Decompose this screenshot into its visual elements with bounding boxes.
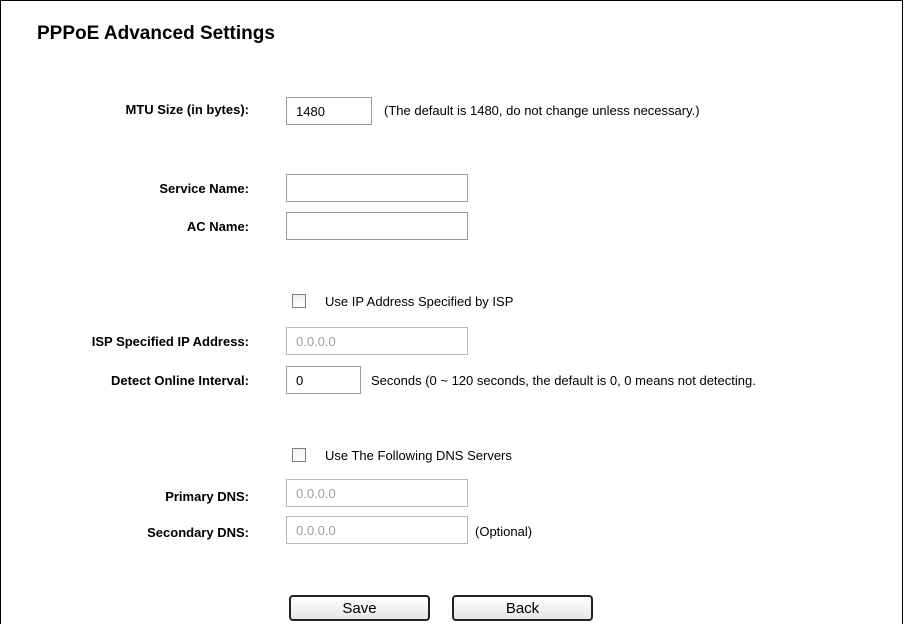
secondary-dns-input[interactable]	[286, 516, 468, 544]
secondary-dns-note: (Optional)	[475, 524, 533, 539]
detect-interval-input[interactable]	[286, 366, 361, 394]
ac-name-input[interactable]	[286, 212, 468, 240]
service-name-input[interactable]	[286, 174, 468, 202]
save-button[interactable]: Save	[289, 595, 430, 621]
use-dns-label: Use The Following DNS Servers	[325, 448, 512, 463]
use-isp-ip-label: Use IP Address Specified by ISP	[325, 294, 514, 309]
ac-name-label: AC Name:	[186, 219, 249, 234]
primary-dns-label: Primary DNS:	[165, 489, 249, 504]
primary-dns-input[interactable]	[286, 479, 468, 507]
back-button[interactable]: Back	[452, 595, 593, 621]
mtu-label: MTU Size (in bytes):	[125, 102, 249, 117]
isp-ip-input[interactable]	[286, 327, 468, 355]
secondary-dns-label: Secondary DNS:	[147, 525, 249, 540]
settings-panel: PPPoE Advanced Settings MTU Size (in byt…	[0, 0, 903, 624]
detect-interval-label: Detect Online Interval:	[111, 373, 249, 388]
mtu-input[interactable]	[286, 97, 372, 125]
page-title: PPPoE Advanced Settings	[37, 23, 275, 44]
use-dns-checkbox[interactable]	[292, 448, 306, 462]
detect-interval-note: Seconds (0 ~ 120 seconds, the default is…	[371, 373, 756, 388]
isp-ip-label: ISP Specified IP Address:	[91, 334, 249, 349]
use-isp-ip-checkbox[interactable]	[292, 294, 306, 308]
mtu-note: (The default is 1480, do not change unle…	[384, 103, 700, 118]
service-name-label: Service Name:	[159, 181, 249, 196]
